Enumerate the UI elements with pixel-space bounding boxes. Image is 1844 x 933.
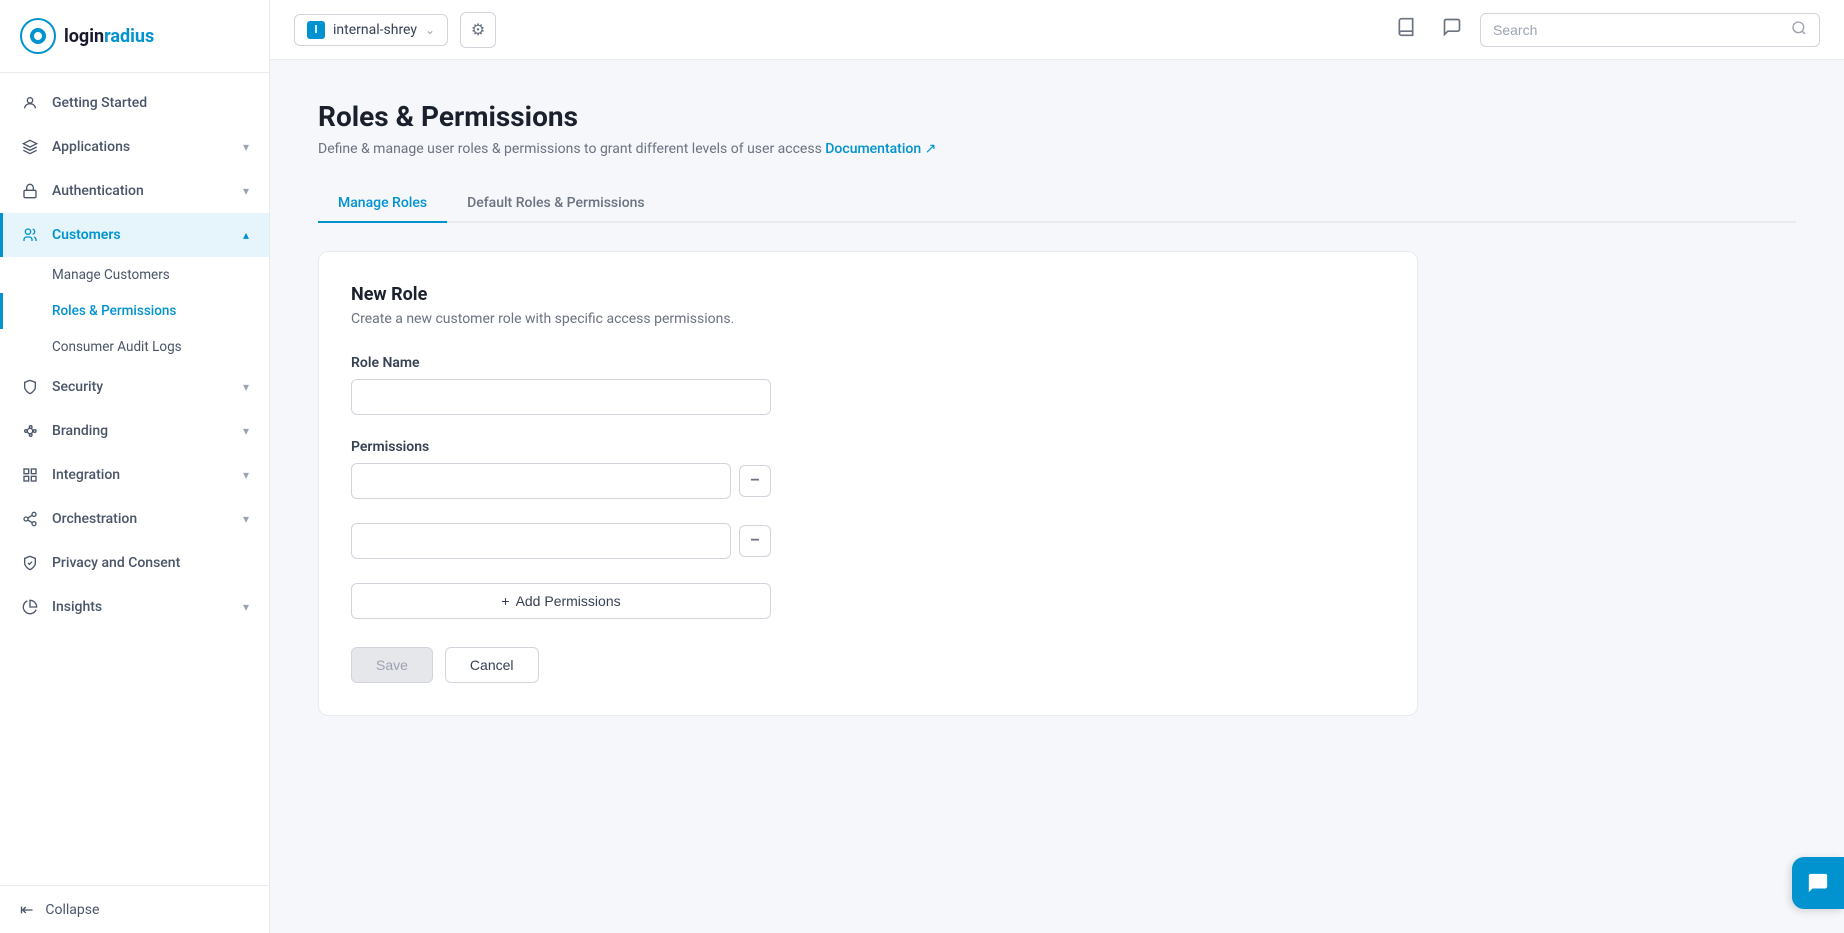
collapse-icon: ⇤ <box>20 900 33 919</box>
sidebar-item-label: Branding <box>52 423 108 439</box>
save-button[interactable]: Save <box>351 647 433 683</box>
main-area: I internal-shrey ⌄ ⚙ <box>270 0 1844 933</box>
sidebar-item-label: Orchestration <box>52 511 137 527</box>
page-subtitle: Define & manage user roles & permissions… <box>318 141 1796 157</box>
logo-text: loginradius <box>64 26 154 47</box>
app-selector-chevron-icon: ⌄ <box>425 23 435 37</box>
sidebar-item-label: Integration <box>52 467 120 483</box>
sidebar: loginradius Getting Started Applications… <box>0 0 270 933</box>
topbar-right <box>1388 12 1820 48</box>
sidebar-item-orchestration[interactable]: Orchestration ▾ <box>0 497 269 541</box>
settings-button[interactable]: ⚙ <box>460 12 496 48</box>
sidebar-item-label: Authentication <box>52 183 144 199</box>
chat-widget-button[interactable] <box>1792 857 1844 909</box>
sidebar-sub-roles-permissions[interactable]: Roles & Permissions <box>0 293 269 329</box>
collapse-button[interactable]: ⇤ Collapse <box>0 885 269 933</box>
role-name-input[interactable] <box>351 379 771 415</box>
lock-icon <box>20 181 40 201</box>
logo: loginradius <box>0 0 269 73</box>
book-icon <box>1396 17 1416 42</box>
sidebar-item-branding[interactable]: Branding ▾ <box>0 409 269 453</box>
sidebar-item-getting-started[interactable]: Getting Started <box>0 81 269 125</box>
people-icon <box>20 225 40 245</box>
privacy-icon <box>20 553 40 573</box>
book-button[interactable] <box>1388 12 1424 48</box>
chat-widget-icon <box>1807 872 1829 894</box>
chevron-down-icon: ▾ <box>243 468 249 482</box>
sidebar-item-privacy-consent[interactable]: Privacy and Consent <box>0 541 269 585</box>
tab-manage-roles[interactable]: Manage Roles <box>318 185 447 223</box>
add-permissions-label: Add Permissions <box>516 593 621 609</box>
sidebar-sub-label: Manage Customers <box>52 267 170 283</box>
sidebar-sub-manage-customers[interactable]: Manage Customers <box>0 257 269 293</box>
search-input[interactable] <box>1493 22 1783 38</box>
permissions-label: Permissions <box>351 439 1385 455</box>
app-indicator: I <box>307 21 325 39</box>
permission-row-2: − <box>351 523 1385 559</box>
app-name: internal-shrey <box>333 22 417 38</box>
share-icon <box>20 509 40 529</box>
chevron-down-icon: ▾ <box>243 424 249 438</box>
chevron-down-icon: ▾ <box>243 380 249 394</box>
sidebar-item-authentication[interactable]: Authentication ▾ <box>0 169 269 213</box>
sidebar-item-label: Privacy and Consent <box>52 555 180 571</box>
plus-icon: + <box>501 593 509 609</box>
search-icon <box>1791 20 1807 40</box>
shield-icon <box>20 377 40 397</box>
sidebar-item-insights[interactable]: Insights ▾ <box>0 585 269 629</box>
logo-icon <box>20 18 56 54</box>
sidebar-sub-label: Roles & Permissions <box>52 303 176 319</box>
remove-permission-2-button[interactable]: − <box>739 525 771 557</box>
layers-icon <box>20 137 40 157</box>
card-description: Create a new customer role with specific… <box>351 311 1385 327</box>
documentation-link[interactable]: Documentation ↗ <box>825 141 936 157</box>
sidebar-item-label: Customers <box>52 227 121 243</box>
chevron-down-icon: ▾ <box>243 512 249 526</box>
sidebar-sub-label: Consumer Audit Logs <box>52 339 182 355</box>
permission-input-1[interactable] <box>351 463 731 499</box>
sidebar-item-security[interactable]: Security ▾ <box>0 365 269 409</box>
permissions-group: Permissions − − <box>351 439 1385 559</box>
sidebar-item-label: Security <box>52 379 103 395</box>
permission-row-1: − <box>351 463 1385 499</box>
chart-icon <box>20 597 40 617</box>
cancel-button[interactable]: Cancel <box>445 647 539 683</box>
sidebar-item-label: Insights <box>52 599 102 615</box>
message-icon <box>1442 17 1462 42</box>
tab-default-roles[interactable]: Default Roles & Permissions <box>447 185 665 223</box>
chat-button[interactable] <box>1434 12 1470 48</box>
permission-input-2[interactable] <box>351 523 731 559</box>
collapse-label: Collapse <box>45 902 99 918</box>
gear-icon: ⚙ <box>471 20 485 39</box>
chevron-down-icon: ▾ <box>243 184 249 198</box>
sidebar-sub-consumer-audit-logs[interactable]: Consumer Audit Logs <box>0 329 269 365</box>
card-title: New Role <box>351 284 1385 305</box>
chevron-down-icon: ▾ <box>243 600 249 614</box>
tabs-container: Manage Roles Default Roles & Permissions <box>318 185 1796 223</box>
person-icon <box>20 93 40 113</box>
sidebar-item-applications[interactable]: Applications ▾ <box>0 125 269 169</box>
chevron-down-icon: ▾ <box>243 140 249 154</box>
content-area: Roles & Permissions Define & manage user… <box>270 60 1844 933</box>
topbar: I internal-shrey ⌄ ⚙ <box>270 0 1844 60</box>
sidebar-item-label: Getting Started <box>52 95 147 111</box>
grid-icon <box>20 465 40 485</box>
sidebar-item-label: Applications <box>52 139 130 155</box>
new-role-card: New Role Create a new customer role with… <box>318 251 1418 716</box>
remove-permission-1-button[interactable]: − <box>739 465 771 497</box>
palette-icon <box>20 421 40 441</box>
form-actions: Save Cancel <box>351 647 1385 683</box>
sidebar-nav: Getting Started Applications ▾ Authentic… <box>0 73 269 885</box>
chevron-up-icon: ▴ <box>243 228 249 242</box>
role-name-label: Role Name <box>351 355 1385 371</box>
app-selector[interactable]: I internal-shrey ⌄ <box>294 14 448 46</box>
page-title: Roles & Permissions <box>318 100 1796 133</box>
role-name-group: Role Name <box>351 355 1385 415</box>
add-permissions-button[interactable]: + Add Permissions <box>351 583 771 619</box>
sidebar-item-integration[interactable]: Integration ▾ <box>0 453 269 497</box>
sidebar-item-customers[interactable]: Customers ▴ <box>0 213 269 257</box>
search-box <box>1480 13 1820 47</box>
